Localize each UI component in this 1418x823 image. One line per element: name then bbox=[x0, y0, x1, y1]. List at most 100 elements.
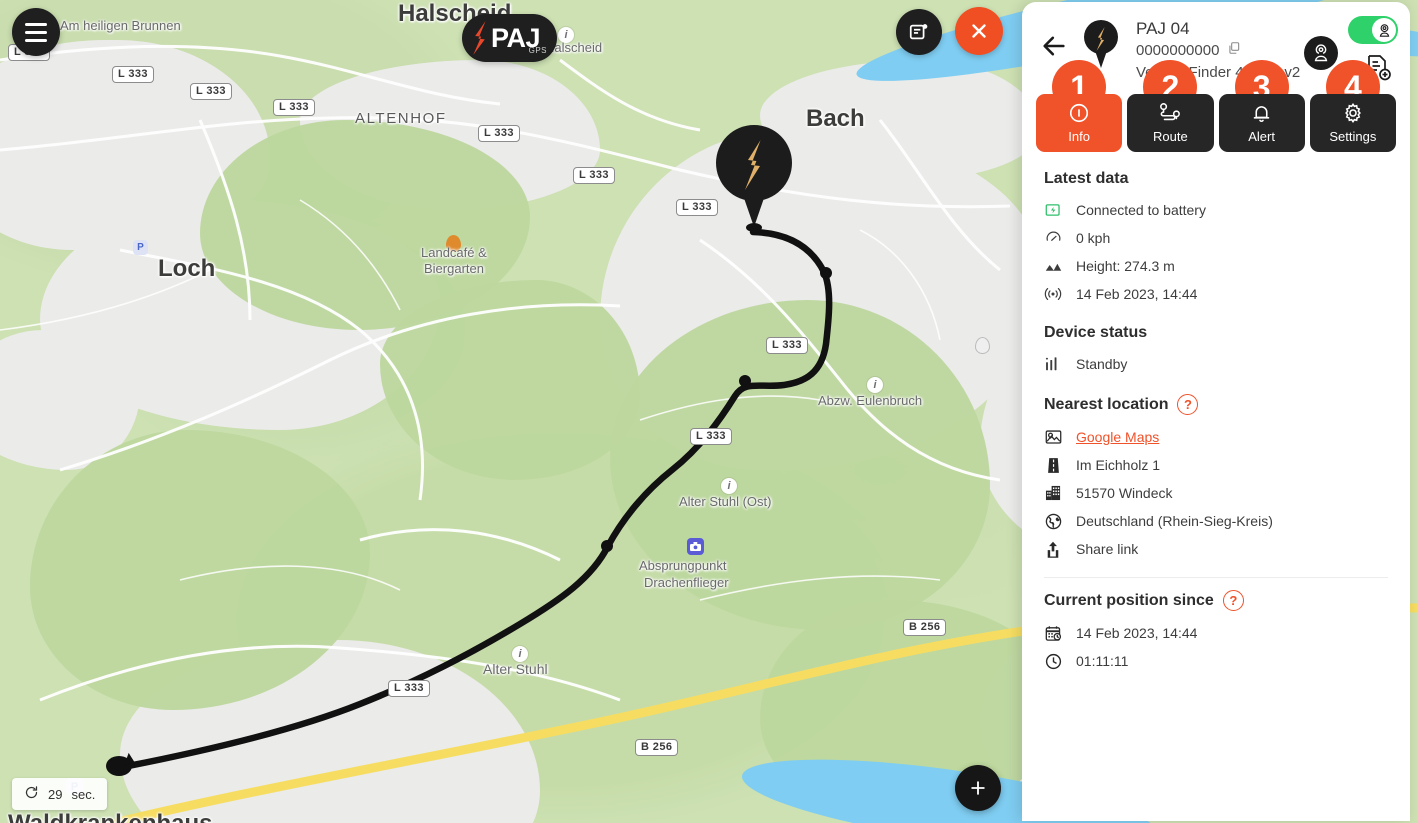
trash-pin-icon[interactable] bbox=[975, 337, 990, 354]
globe-icon bbox=[1044, 512, 1062, 530]
info-icon[interactable]: i bbox=[721, 478, 737, 494]
route-end-marker[interactable] bbox=[106, 752, 138, 778]
road-shield: L 333 bbox=[676, 199, 718, 216]
speedometer-icon bbox=[1044, 229, 1062, 247]
help-icon-current-position[interactable]: ? bbox=[1222, 590, 1244, 611]
road-shield: L 333 bbox=[190, 83, 232, 100]
road-icon bbox=[1044, 456, 1062, 474]
bell-icon bbox=[1251, 102, 1272, 127]
tab-item-info: 1 Info bbox=[1036, 60, 1123, 152]
tab-item-alert: 3 Alert bbox=[1218, 60, 1305, 152]
device-status-heading: Device status bbox=[1044, 324, 1148, 341]
tab-route[interactable]: Route bbox=[1127, 94, 1214, 152]
position-since-date: 14 Feb 2023, 14:44 bbox=[1076, 625, 1198, 641]
road-shield: L 333 bbox=[690, 428, 732, 445]
route-node[interactable] bbox=[739, 375, 751, 387]
section-title-device-status: Device status bbox=[1044, 324, 1388, 342]
copy-icon[interactable] bbox=[1227, 40, 1241, 62]
tab-item-settings: 4 Settings bbox=[1309, 60, 1396, 152]
tab-item-route: 2 Route bbox=[1127, 60, 1214, 152]
geofence-toggle[interactable] bbox=[1348, 16, 1398, 44]
auto-refresh-timer[interactable]: 29 sec. bbox=[12, 778, 108, 810]
street-value: Im Eichholz 1 bbox=[1076, 457, 1161, 473]
tab-settings-label: Settings bbox=[1329, 129, 1377, 144]
info-circle-icon bbox=[1068, 102, 1090, 127]
tab-settings[interactable]: Settings bbox=[1309, 94, 1396, 152]
help-icon-nearest-location[interactable]: ? bbox=[1177, 394, 1199, 415]
info-icon[interactable]: i bbox=[867, 377, 883, 393]
row-device-status: Standby bbox=[1044, 350, 1388, 378]
road-shield: L 333 bbox=[112, 66, 154, 83]
calendar-clock-icon bbox=[1044, 624, 1062, 642]
tab-info-label: Info bbox=[1068, 129, 1090, 144]
row-position-since-date: 14 Feb 2023, 14:44 bbox=[1044, 619, 1388, 647]
info-icon[interactable]: i bbox=[558, 27, 574, 43]
tab-info[interactable]: Info bbox=[1036, 94, 1123, 152]
section-title-latest-data: Latest data bbox=[1044, 170, 1388, 188]
row-country: Deutschland (Rhein-Sieg-Kreis) bbox=[1044, 507, 1388, 535]
device-avatar-icon[interactable] bbox=[1304, 36, 1338, 70]
share-link-label[interactable]: Share link bbox=[1076, 541, 1138, 557]
vehicle-map-pin[interactable] bbox=[716, 125, 792, 232]
road-shield: L 333 bbox=[273, 99, 315, 116]
bars-icon bbox=[1044, 355, 1062, 373]
tab-alert[interactable]: Alert bbox=[1218, 94, 1305, 152]
road-shield: B 256 bbox=[635, 739, 679, 756]
report-icon[interactable] bbox=[896, 9, 942, 55]
row-height: Height: 274.3 m bbox=[1044, 252, 1388, 280]
road-shield: L 333 bbox=[478, 125, 520, 142]
road-shield: L 333 bbox=[766, 337, 808, 354]
device-detail-panel: PAJ 04 0000000000 Vehicle Finder 4G 2.0 … bbox=[1022, 2, 1410, 821]
refresh-unit: sec. bbox=[71, 786, 96, 802]
route-node[interactable] bbox=[820, 267, 832, 279]
device-status-value: Standby bbox=[1076, 356, 1128, 372]
gear-icon bbox=[1342, 102, 1364, 127]
row-google-maps[interactable]: Google Maps bbox=[1044, 423, 1388, 451]
battery-status: Connected to battery bbox=[1076, 202, 1206, 218]
menu-icon[interactable] bbox=[12, 8, 60, 56]
section-title-current-position: Current position since ? bbox=[1044, 590, 1388, 611]
speed-value: 0 kph bbox=[1076, 230, 1111, 246]
bolt-icon bbox=[473, 21, 486, 55]
app-root: i i i i P P Am heiligen Brunnen Halschei… bbox=[0, 0, 1418, 823]
signal-wave-icon bbox=[1044, 285, 1062, 303]
row-street: Im Eichholz 1 bbox=[1044, 451, 1388, 479]
building-icon bbox=[1044, 484, 1062, 502]
position-duration: 01:11:11 bbox=[1076, 653, 1129, 669]
refresh-icon bbox=[24, 785, 39, 803]
device-name: PAJ 04 bbox=[1136, 19, 1190, 38]
brand-subtitle: GPS bbox=[528, 46, 547, 55]
share-icon bbox=[1044, 540, 1062, 558]
info-icon[interactable]: i bbox=[512, 646, 528, 662]
tab-route-label: Route bbox=[1153, 129, 1188, 144]
paj-logo[interactable]: PAJ GPS bbox=[462, 14, 557, 62]
row-position-duration: 01:11:11 bbox=[1044, 647, 1388, 675]
row-city: 51570 Windeck bbox=[1044, 479, 1388, 507]
parking-icon[interactable]: P bbox=[133, 240, 148, 255]
row-battery: Connected to battery bbox=[1044, 196, 1388, 224]
last-signal-time: 14 Feb 2023, 14:44 bbox=[1076, 286, 1198, 302]
refresh-seconds: 29 bbox=[48, 786, 63, 802]
restaurant-pin-icon[interactable] bbox=[446, 235, 461, 252]
tab-row: 1 Info 2 Route 3 Alert 4 Settings bbox=[1022, 60, 1410, 152]
height-value: Height: 274.3 m bbox=[1076, 258, 1175, 274]
google-maps-link[interactable]: Google Maps bbox=[1076, 429, 1159, 445]
row-last-signal: 14 Feb 2023, 14:44 bbox=[1044, 280, 1388, 308]
nearest-location-heading: Nearest location bbox=[1044, 395, 1169, 413]
tab-alert-label: Alert bbox=[1248, 129, 1275, 144]
clock-icon bbox=[1044, 652, 1062, 670]
section-divider bbox=[1044, 577, 1388, 578]
add-icon[interactable] bbox=[955, 765, 1001, 811]
latest-data-heading: Latest data bbox=[1044, 170, 1129, 187]
route-icon bbox=[1158, 102, 1182, 127]
row-share-link[interactable]: Share link bbox=[1044, 535, 1388, 563]
route-node[interactable] bbox=[601, 540, 613, 552]
camera-icon[interactable] bbox=[687, 538, 704, 555]
section-title-nearest-location: Nearest location ? bbox=[1044, 394, 1388, 415]
back-button[interactable] bbox=[1040, 32, 1068, 60]
toggle-knob bbox=[1372, 18, 1396, 42]
device-imei: 0000000000 bbox=[1136, 42, 1220, 59]
city-value: 51570 Windeck bbox=[1076, 485, 1173, 501]
close-icon[interactable] bbox=[955, 7, 1003, 55]
panel-body: Latest data Connected to battery 0 kph H… bbox=[1022, 152, 1410, 675]
